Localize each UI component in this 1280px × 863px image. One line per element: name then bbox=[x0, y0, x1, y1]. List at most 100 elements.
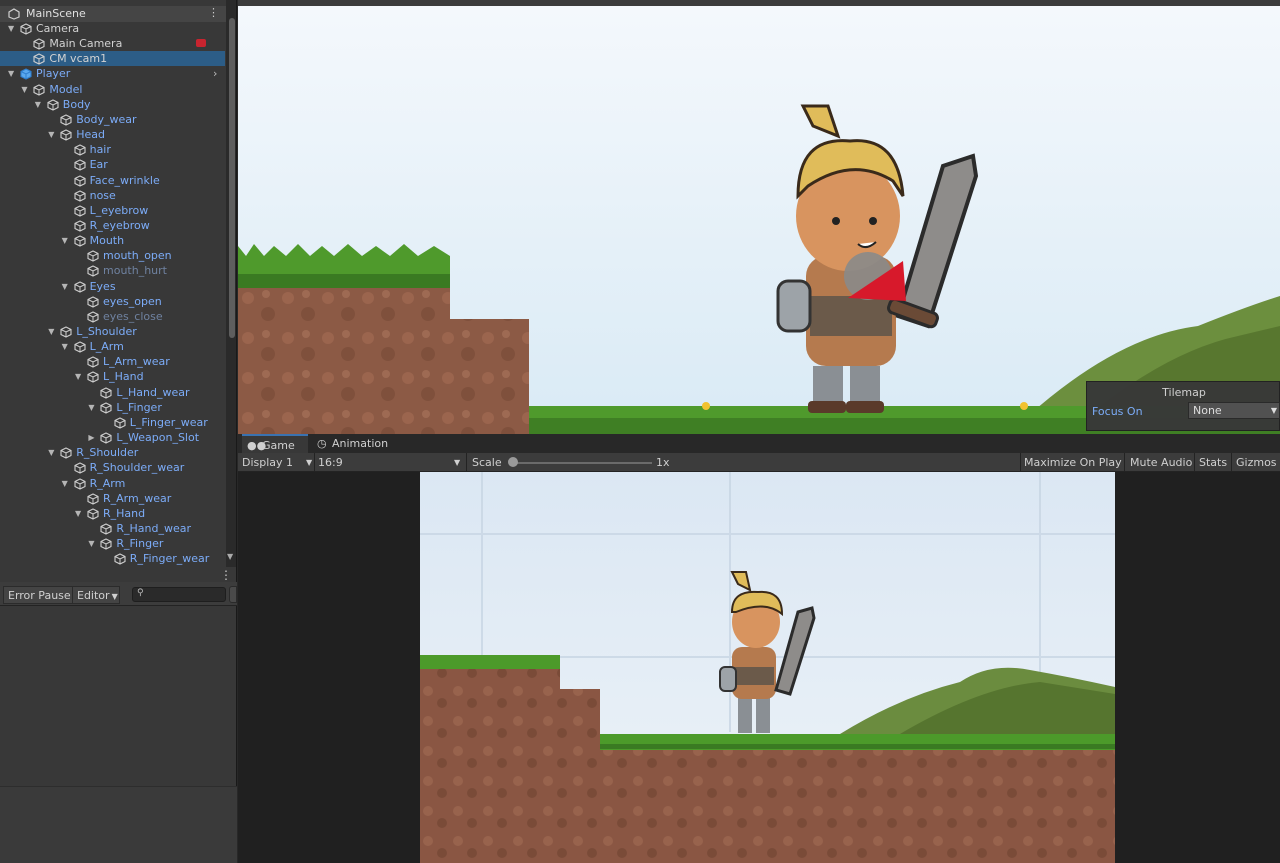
expand-arrow-icon[interactable]: ▼ bbox=[62, 476, 72, 491]
collapse-arrow-icon[interactable]: ▶ bbox=[88, 430, 98, 445]
hierarchy-item-label: L_Arm bbox=[89, 340, 124, 354]
hierarchy-item[interactable]: ▼ L_Arm bbox=[0, 339, 225, 354]
expand-arrow-icon[interactable]: ▼ bbox=[48, 127, 58, 142]
hierarchy-item[interactable]: ▼ R_Arm bbox=[0, 476, 225, 491]
hierarchy-item[interactable]: mouth_open bbox=[0, 248, 225, 263]
hierarchy-item[interactable]: mouth_hurt bbox=[0, 263, 225, 278]
hierarchy-item-label: R_eyebrow bbox=[89, 218, 150, 232]
hierarchy-item[interactable]: ▼ L_Shoulder bbox=[0, 324, 225, 339]
gizmos-toggle[interactable]: Gizmos bbox=[1236, 453, 1277, 472]
mute-audio-toggle[interactable]: Mute Audio bbox=[1130, 453, 1192, 472]
hierarchy-item[interactable]: ▼ L_Hand bbox=[0, 369, 225, 384]
hierarchy-item-label: Body_wear bbox=[76, 112, 137, 126]
expand-arrow-icon[interactable]: ▼ bbox=[8, 66, 18, 81]
stats-toggle[interactable]: Stats bbox=[1199, 453, 1227, 472]
hierarchy-item[interactable]: Body_wear bbox=[0, 112, 225, 127]
aspect-dropdown[interactable]: 16:9 ▼ bbox=[318, 453, 466, 472]
open-prefab-arrow-icon[interactable]: › bbox=[213, 66, 217, 81]
dropdown-arrow-icon: ▼ bbox=[454, 458, 461, 467]
hierarchy-item[interactable]: R_Shoulder_wear bbox=[0, 460, 225, 475]
hierarchy-item[interactable]: ▼ L_Finger bbox=[0, 400, 225, 415]
expand-arrow-icon[interactable]: ▼ bbox=[62, 339, 72, 354]
hierarchy-item[interactable]: R_eyebrow bbox=[0, 218, 225, 233]
game-canvas bbox=[420, 472, 1115, 863]
scene-header-row[interactable]: MainScene ⋮ bbox=[0, 6, 226, 22]
gameobject-icon bbox=[47, 99, 59, 111]
editor-dropdown[interactable]: Editor ▼ bbox=[72, 586, 120, 604]
hierarchy-item[interactable]: L_Arm_wear bbox=[0, 354, 225, 369]
expand-arrow-icon[interactable]: ▼ bbox=[48, 445, 58, 460]
hierarchy-item[interactable]: CM vcam1 bbox=[0, 51, 225, 67]
gameobject-icon bbox=[100, 432, 112, 444]
expand-arrow-icon[interactable]: ▼ bbox=[8, 21, 18, 36]
expand-arrow-icon[interactable]: ▼ bbox=[35, 97, 45, 112]
focus-on-dropdown[interactable]: None ▼ bbox=[1188, 402, 1280, 419]
tab-game[interactable]: ●● Game bbox=[242, 434, 308, 453]
game-view[interactable] bbox=[420, 472, 1115, 863]
console-search-input[interactable]: ⚲ bbox=[132, 587, 226, 602]
hierarchy-item[interactable]: ▼ R_Finger bbox=[0, 536, 225, 551]
expand-arrow-icon[interactable]: ▼ bbox=[75, 369, 85, 384]
hierarchy-item[interactable]: ▼ R_Hand bbox=[0, 506, 225, 521]
maximize-on-play-toggle[interactable]: Maximize On Play bbox=[1024, 453, 1122, 472]
gameobject-icon bbox=[74, 174, 86, 187]
gameobject-icon bbox=[74, 462, 86, 474]
gameobject-icon bbox=[74, 235, 86, 247]
hierarchy-item[interactable]: R_Arm_wear bbox=[0, 491, 225, 506]
error-pause-button[interactable]: Error Pause bbox=[3, 586, 76, 604]
tab-game-label: Game bbox=[262, 439, 295, 452]
camera-icon bbox=[196, 39, 206, 48]
hierarchy-item-label: CM vcam1 bbox=[49, 52, 108, 66]
expand-arrow-icon[interactable]: ▼ bbox=[62, 279, 72, 294]
hierarchy-item[interactable]: eyes_close bbox=[0, 309, 225, 324]
hierarchy-item[interactable]: R_Finger_wear bbox=[0, 551, 225, 566]
expand-arrow-icon[interactable]: ▼ bbox=[62, 233, 72, 248]
hierarchy-item[interactable]: ▼ Mouth bbox=[0, 233, 225, 248]
scene-canvas bbox=[238, 6, 1280, 434]
hierarchy-item[interactable]: ▼ Eyes bbox=[0, 279, 225, 294]
unity-editor: MainScene ⋮ ▼ Camera Main Camera CM vcam1 ▼ P… bbox=[0, 0, 1280, 863]
console-kebab-menu-icon[interactable]: ⋮ bbox=[220, 568, 232, 582]
hierarchy-item[interactable]: Main Camera bbox=[0, 36, 225, 51]
hierarchy-item-label: Body bbox=[62, 97, 91, 111]
hierarchy-item-label: nose bbox=[89, 188, 116, 202]
hierarchy-item[interactable]: L_Finger_wear bbox=[0, 415, 225, 430]
hierarchy-item-label: Model bbox=[49, 82, 83, 96]
tab-animation[interactable]: ◷ Animation bbox=[312, 434, 396, 453]
hierarchy-item-label: R_Shoulder bbox=[76, 446, 139, 460]
hierarchy-item[interactable]: nose bbox=[0, 188, 225, 203]
scroll-down-arrow-icon[interactable]: ▼ bbox=[227, 552, 233, 561]
hierarchy-item[interactable]: L_eyebrow bbox=[0, 203, 225, 218]
hierarchy-item[interactable]: L_Hand_wear bbox=[0, 385, 225, 400]
expand-arrow-icon[interactable]: ▼ bbox=[88, 536, 98, 551]
expand-arrow-icon[interactable]: ▼ bbox=[75, 506, 85, 521]
hierarchy-item[interactable]: Face_wrinkle bbox=[0, 173, 225, 188]
hierarchy-item-label: L_Finger bbox=[116, 400, 162, 414]
expand-arrow-icon[interactable]: ▼ bbox=[21, 82, 31, 97]
display-dropdown[interactable]: Display 1 ▼ bbox=[242, 453, 314, 472]
hierarchy-item[interactable]: ▼ Player › bbox=[0, 66, 225, 81]
hierarchy-item[interactable]: ▶ L_Weapon_Slot bbox=[0, 430, 225, 445]
hierarchy-item[interactable]: R_Hand_wear bbox=[0, 521, 225, 536]
hierarchy-item[interactable]: ▼ Body bbox=[0, 97, 225, 112]
hierarchy-item[interactable]: eyes_open bbox=[0, 294, 225, 309]
scene-view[interactable] bbox=[238, 6, 1280, 434]
hierarchy-item[interactable]: ▼ Model bbox=[0, 82, 225, 97]
hierarchy-item[interactable]: hair bbox=[0, 142, 225, 157]
kebab-menu-icon[interactable]: ⋮ bbox=[208, 6, 219, 19]
hierarchy-scrollbar-thumb[interactable] bbox=[229, 18, 235, 338]
console-toggle-button[interactable] bbox=[229, 586, 237, 603]
expand-arrow-icon[interactable]: ▼ bbox=[48, 324, 58, 339]
dirt-ground bbox=[600, 747, 1115, 863]
expand-arrow-icon[interactable]: ▼ bbox=[88, 400, 98, 415]
scale-label: Scale bbox=[472, 456, 502, 469]
scale-slider-track[interactable] bbox=[512, 462, 652, 464]
gameobject-icon bbox=[60, 326, 72, 338]
hierarchy-item[interactable]: ▼ Camera bbox=[0, 21, 225, 36]
gameobject-icon bbox=[87, 508, 99, 520]
hierarchy-item[interactable]: ▼ Head bbox=[0, 127, 225, 142]
hierarchy-item-label: Face_wrinkle bbox=[89, 173, 160, 187]
hierarchy-item[interactable]: Ear bbox=[0, 157, 225, 172]
hierarchy-item[interactable]: ▼ R_Shoulder bbox=[0, 445, 225, 460]
scale-slider-handle[interactable] bbox=[508, 457, 518, 467]
